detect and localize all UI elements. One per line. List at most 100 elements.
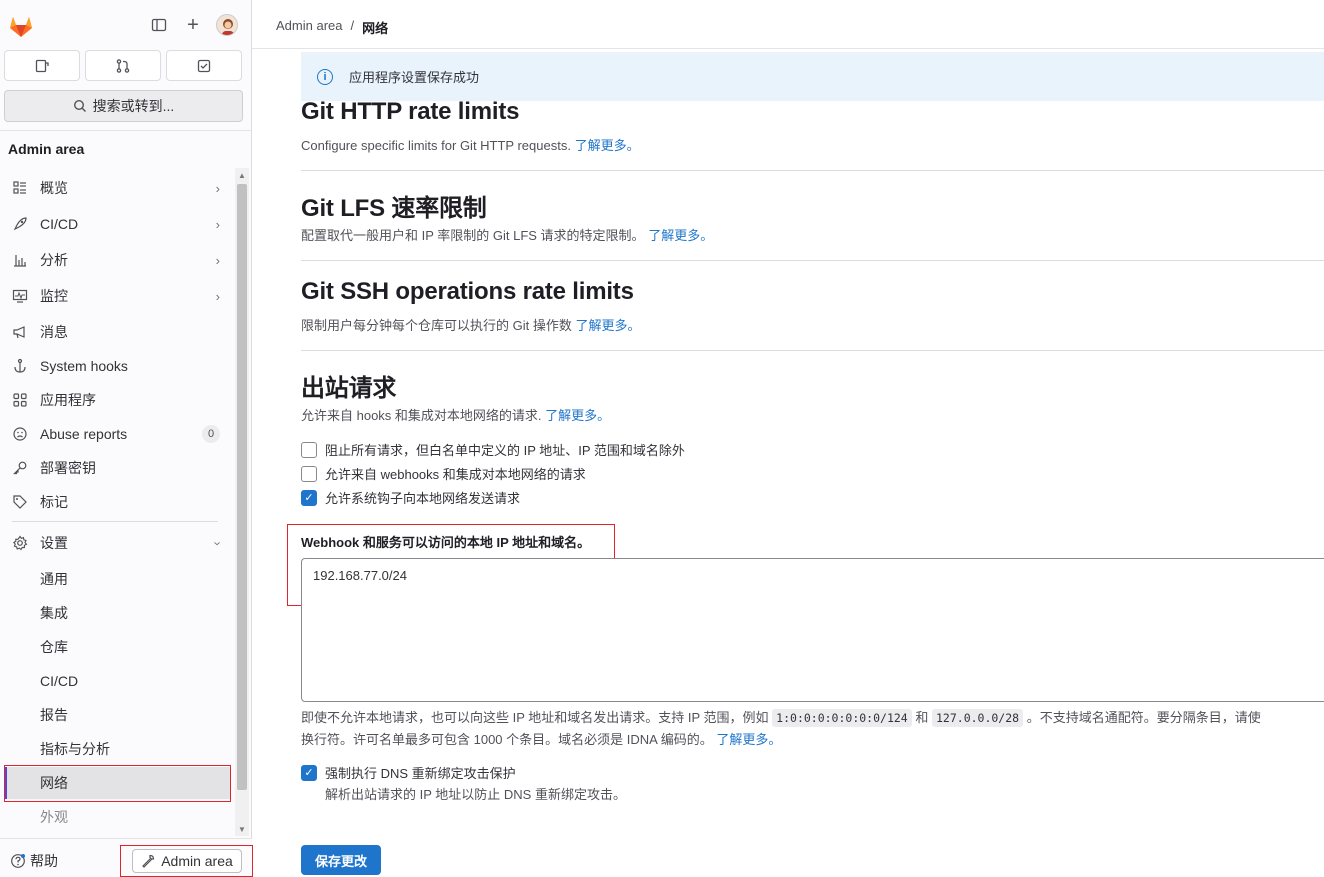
allowlist-help-text: 即使不允许本地请求，也可以向这些 IP 地址和域名发出请求。支持 IP 范围，例… [301,707,1324,751]
todo-icon [197,59,211,72]
sidebar-item-label: 标记 [40,494,68,510]
section-desc-git-ssh: 限制用户每分钟每个仓库可以执行的 Git 操作数 了解更多。 [301,315,640,334]
admin-area-button[interactable]: Admin area [132,849,242,873]
sidebar-item-label: 监控 [40,288,68,304]
checkbox-checked[interactable]: ✓ [301,489,317,506]
dns-rebinding-desc: 解析出站请求的 IP 地址以防止 DNS 重新绑定攻击。 [325,787,626,802]
sidebar-item-label: CI/CD [40,216,79,232]
chevron-right-icon: › [215,288,220,304]
sidebar-scrollbar[interactable]: ▲ ▼ [235,168,249,836]
checkbox[interactable] [301,465,317,482]
checkbox[interactable] [301,441,317,458]
sidebar-item-analytics[interactable]: 分析 › [4,244,230,276]
issues-button[interactable] [4,50,80,81]
sidebar-subitem-cicd[interactable]: CI/CD [4,665,230,697]
search-label: 搜索或转到... [92,98,175,114]
section-desc-text: Configure specific limits for Git HTTP r… [301,138,571,153]
checkbox-label: 阻止所有请求，但白名单中定义的 IP 地址、IP 范围和域名除外 [325,443,685,458]
help-text-part: 换行符。许可名单最多可包含 1000 个条目。域名必须是 IDNA 编码的。 [301,732,713,747]
allowlist-textarea[interactable]: 192.168.77.0/24 [301,558,1324,702]
admin-area-label: Admin area [161,853,233,869]
sidebar-item-label: Abuse reports [40,426,128,442]
sidebar-item-deploy-keys[interactable]: 部署密钥 [4,452,230,484]
count-badge: 0 [202,425,220,443]
learn-more-link[interactable]: 了解更多。 [648,228,713,243]
checkbox-allow-webhooks[interactable]: 允许来自 webhooks 和集成对本地网络的请求 [301,464,586,483]
learn-more-link[interactable]: 了解更多。 [575,318,640,333]
checkbox-label: 允许系统钩子向本地网络发送请求 [325,491,521,506]
sidebar-item-label: 设置 [40,535,68,551]
section-desc-git-lfs: 配置取代一般用户和 IP 率限制的 Git LFS 请求的特定限制。 了解更多。 [301,225,713,244]
learn-more-link[interactable]: 了解更多。 [545,408,610,423]
learn-more-link[interactable]: 了解更多。 [575,138,640,153]
merge-request-icon [116,58,130,73]
checkbox-deny-all[interactable]: 阻止所有请求，但白名单中定义的 IP 地址、IP 范围和域名除外 [301,440,685,459]
search-icon [73,99,86,112]
checkbox-dns-rebinding[interactable]: ✓ 强制执行 DNS 重新绑定攻击保护 [301,763,516,782]
alert-text: 应用程序设置保存成功 [349,70,480,85]
sidebar-item-cicd[interactable]: CI/CD › [4,208,230,240]
sidebar-item-settings[interactable]: 设置 › [4,527,230,559]
breadcrumb-separator: / [350,18,355,33]
merge-requests-button[interactable] [85,50,161,81]
gitlab-logo-icon[interactable] [8,13,34,39]
chevron-down-icon: › [210,540,226,546]
sidebar-header: + [0,0,252,50]
section-title-git-ssh: Git SSH operations rate limits [301,278,634,305]
sidebar-item-system-hooks[interactable]: System hooks [4,350,230,382]
label-icon [10,492,30,512]
monitor-icon [10,286,30,306]
plus-icon[interactable]: + [182,14,204,36]
sidebar-subitem-appearance[interactable]: 外观 [4,801,230,833]
help-text-part: 即使不允许本地请求，也可以向这些 IP 地址和域名发出请求。支持 IP 范围，例… [301,710,769,725]
checkbox-checked[interactable]: ✓ [301,764,317,781]
allowlist-label: Webhook 和服务可以访问的本地 IP 地址和域名。 [301,535,591,550]
section-title-git-http: Git HTTP rate limits [301,98,520,125]
sidebar-item-overview[interactable]: 概览 › [4,172,230,204]
sidebar-subitem-metrics[interactable]: 指标与分析 [4,733,230,765]
sidebar-item-applications[interactable]: 应用程序 [4,384,230,416]
sidebar-item-monitoring[interactable]: 监控 › [4,280,230,312]
sidebar-subitem-integrations[interactable]: 集成 [4,597,230,629]
checkbox-label: 强制执行 DNS 重新绑定攻击保护 [325,766,516,781]
sidebar-subitem-reporting[interactable]: 报告 [4,699,230,731]
header-divider [252,48,1324,49]
scroll-up-icon[interactable]: ▲ [238,171,246,180]
sidebar-subitem-network[interactable]: 网络 [4,767,230,799]
checkbox-label: 允许来自 webhooks 和集成对本地网络的请求 [325,467,586,482]
sidebar-item-label: 概览 [40,180,68,196]
settings-icon [10,533,30,553]
learn-more-link[interactable]: 了解更多。 [716,732,781,747]
sidebar-item-label: 应用程序 [40,392,96,408]
breadcrumb-admin-area[interactable]: Admin area [276,18,342,37]
sidebar-item-abuse-reports[interactable]: Abuse reports 0 [4,418,230,450]
sidebar-subitem-general[interactable]: 通用 [4,563,230,595]
section-desc-text: 配置取代一般用户和 IP 率限制的 Git LFS 请求的特定限制。 [301,228,645,243]
bullhorn-icon [10,322,30,342]
section-desc-text: 限制用户每分钟每个仓库可以执行的 Git 操作数 [301,318,572,333]
help-icon [11,854,25,868]
checkbox-allow-system-hooks[interactable]: ✓ 允许系统钩子向本地网络发送请求 [301,488,520,507]
section-title-outbound: 出站请求 [301,375,397,402]
sidebar-item-labels[interactable]: 标记 [4,486,230,518]
todos-button[interactable] [166,50,242,81]
sidebar-subitem-repository[interactable]: 仓库 [4,631,230,663]
face-icon [10,424,30,444]
sidebar-toggle-icon[interactable] [148,14,170,36]
sidebar-item-messages[interactable]: 消息 [4,316,230,348]
section-desc-text: 允许来自 hooks 和集成对本地网络的请求. [301,408,542,423]
help-text-part: 。不支持域名通配符。要分隔条目，请使 [1026,710,1261,725]
scroll-down-icon[interactable]: ▼ [238,825,246,834]
help-button[interactable]: 帮助 [10,851,58,871]
scrollbar-thumb[interactable] [237,184,247,790]
success-alert: i 应用程序设置保存成功 [301,52,1324,101]
issues-icon [35,59,49,72]
save-button[interactable]: 保存更改 [301,845,381,875]
chevron-right-icon: › [215,252,220,268]
avatar[interactable] [216,14,238,36]
chevron-right-icon: › [215,180,220,196]
search-button[interactable]: 搜索或转到... [4,90,243,122]
wrench-icon [142,854,155,868]
divider [12,521,218,522]
breadcrumb: Admin area / 网络 [276,18,388,37]
